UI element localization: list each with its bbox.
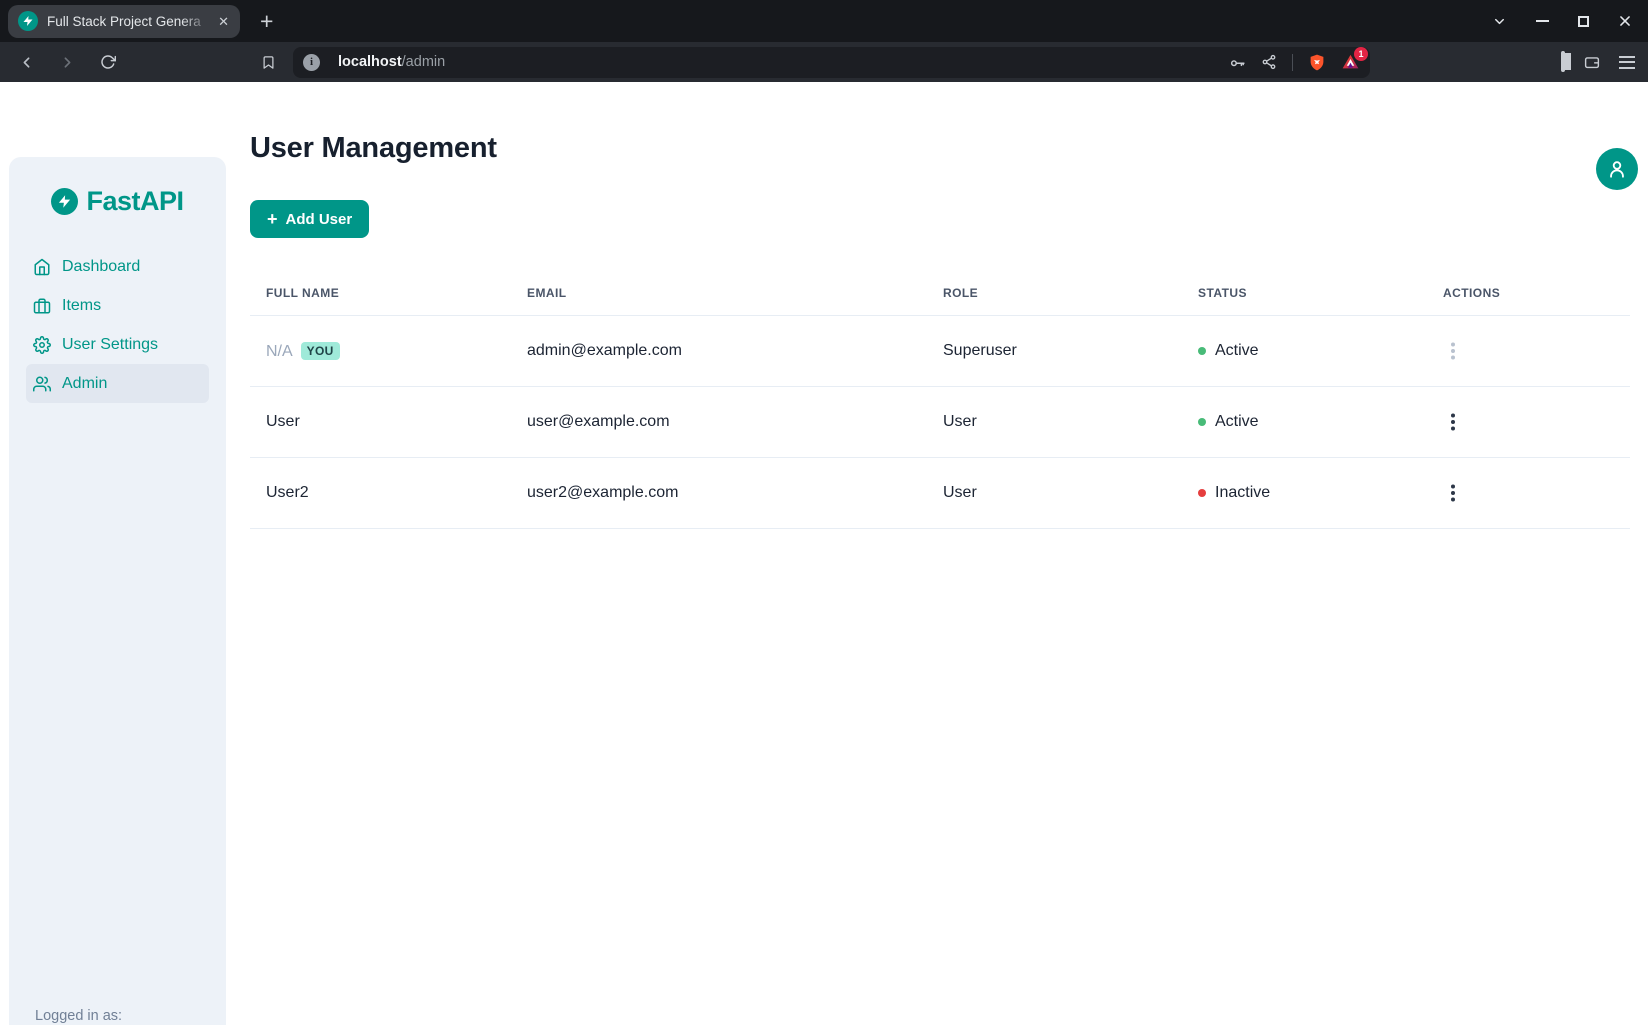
- table-row: N/A YOU admin@example.com Superuser Activ…: [250, 316, 1630, 387]
- status-value: Active: [1215, 342, 1259, 360]
- sidebar: FastAPI Dashboard Items User Settings: [9, 157, 226, 1025]
- cell-actions: [1427, 458, 1630, 529]
- site-info-icon[interactable]: i: [303, 54, 320, 71]
- wallet-icon[interactable]: [1583, 54, 1601, 71]
- users-table: FULL NAME EMAIL ROLE STATUS ACTIONS N/A Y…: [250, 272, 1630, 529]
- row-actions-kebab-icon[interactable]: [1443, 478, 1463, 508]
- sidebar-footer: Logged in as: admin@example.com: [35, 1006, 175, 1025]
- share-icon[interactable]: [1261, 54, 1277, 70]
- table-row: User2 user2@example.com User Inactive: [250, 458, 1630, 529]
- status-dot-active: [1198, 347, 1206, 355]
- status-value: Active: [1215, 413, 1259, 431]
- sidebar-item-label: Items: [62, 297, 101, 315]
- plus-icon: +: [267, 210, 278, 228]
- url-host: localhost: [338, 54, 402, 70]
- forward-button[interactable]: [54, 49, 80, 75]
- briefcase-icon: [33, 297, 51, 315]
- minimize-button[interactable]: [1536, 20, 1549, 22]
- cell-status: Active: [1182, 316, 1427, 387]
- sidebar-nav: Dashboard Items User Settings Admin: [9, 247, 226, 403]
- row-actions-kebab-icon[interactable]: [1443, 336, 1463, 366]
- url-path: /admin: [402, 54, 446, 70]
- window-controls: [1492, 0, 1632, 42]
- bookmark-icon[interactable]: [255, 49, 281, 75]
- fastapi-logo: FastAPI: [9, 186, 226, 217]
- logged-in-label: Logged in as:: [35, 1006, 175, 1025]
- tab-search-chevron-icon[interactable]: [1492, 14, 1507, 29]
- col-header-role: ROLE: [927, 272, 1182, 316]
- reload-button[interactable]: [95, 49, 121, 75]
- col-header-full-name: FULL NAME: [250, 272, 511, 316]
- row-actions-kebab-icon[interactable]: [1443, 407, 1463, 437]
- sidebar-item-label: Dashboard: [62, 258, 140, 276]
- you-badge: YOU: [301, 342, 340, 361]
- col-header-status: STATUS: [1182, 272, 1427, 316]
- fastapi-favicon-icon: [18, 11, 38, 31]
- cell-role: Superuser: [927, 316, 1182, 387]
- url-text[interactable]: localhost/admin: [338, 54, 1229, 70]
- cell-email: user2@example.com: [511, 458, 927, 529]
- status-dot-active: [1198, 418, 1206, 426]
- cell-actions: [1427, 387, 1630, 458]
- table-row: User user@example.com User Active: [250, 387, 1630, 458]
- sidebar-item-label: Admin: [62, 375, 107, 393]
- cell-status: Active: [1182, 387, 1427, 458]
- address-bar[interactable]: i localhost/admin 1: [293, 47, 1370, 78]
- home-icon: [33, 258, 51, 276]
- cell-email: admin@example.com: [511, 316, 927, 387]
- status-value: Inactive: [1215, 484, 1270, 502]
- table-header-row: FULL NAME EMAIL ROLE STATUS ACTIONS: [250, 272, 1630, 316]
- col-header-actions: ACTIONS: [1427, 272, 1630, 316]
- toolbar-separator: [1292, 54, 1293, 71]
- users-icon: [33, 375, 51, 393]
- logo-text: FastAPI: [86, 186, 183, 217]
- cell-role: User: [927, 387, 1182, 458]
- sidebar-item-dashboard[interactable]: Dashboard: [26, 247, 209, 286]
- cell-email: user@example.com: [511, 387, 927, 458]
- cell-full-name: N/A YOU: [250, 316, 511, 387]
- tab-title: Full Stack Project Genera: [47, 14, 211, 29]
- menu-icon[interactable]: [1619, 56, 1635, 69]
- add-user-button[interactable]: + Add User: [250, 200, 369, 238]
- sidebar-item-user-settings[interactable]: User Settings: [26, 325, 209, 364]
- user-icon: [1606, 158, 1628, 180]
- page: FastAPI Dashboard Items User Settings: [0, 134, 1648, 1025]
- cell-actions: [1427, 316, 1630, 387]
- gear-icon: [33, 336, 51, 354]
- fastapi-bolt-icon: [51, 188, 78, 215]
- user-menu-button[interactable]: [1596, 148, 1638, 190]
- browser-tab-bar: Full Stack Project Genera ✕ +: [0, 0, 1648, 42]
- cell-full-name: User2: [250, 458, 511, 529]
- close-window-button[interactable]: [1618, 14, 1632, 28]
- brave-shield-icon[interactable]: [1308, 53, 1326, 72]
- browser-toolbar: i localhost/admin 1: [0, 42, 1648, 82]
- sidebar-item-admin[interactable]: Admin: [26, 364, 209, 403]
- sidebar-item-items[interactable]: Items: [26, 286, 209, 325]
- full-name-value: N/A: [266, 343, 293, 360]
- tab-close-icon[interactable]: ✕: [215, 12, 232, 31]
- col-header-email: EMAIL: [511, 272, 927, 316]
- cell-status: Inactive: [1182, 458, 1427, 529]
- page-title: User Management: [250, 134, 1630, 163]
- cell-full-name: User: [250, 387, 511, 458]
- sidebar-toggle-icon[interactable]: [1561, 53, 1565, 71]
- password-key-icon[interactable]: [1229, 54, 1246, 71]
- browser-tab[interactable]: Full Stack Project Genera ✕: [8, 5, 240, 38]
- brave-rewards-icon[interactable]: 1: [1341, 53, 1360, 71]
- sidebar-item-label: User Settings: [62, 336, 158, 354]
- rewards-badge: 1: [1354, 47, 1368, 61]
- status-dot-inactive: [1198, 489, 1206, 497]
- back-button[interactable]: [13, 49, 39, 75]
- cell-role: User: [927, 458, 1182, 529]
- maximize-button[interactable]: [1578, 16, 1589, 27]
- new-tab-button[interactable]: +: [260, 10, 273, 33]
- main-content: User Management + Add User FULL NAME EMA…: [226, 134, 1648, 529]
- add-user-label: Add User: [286, 211, 353, 228]
